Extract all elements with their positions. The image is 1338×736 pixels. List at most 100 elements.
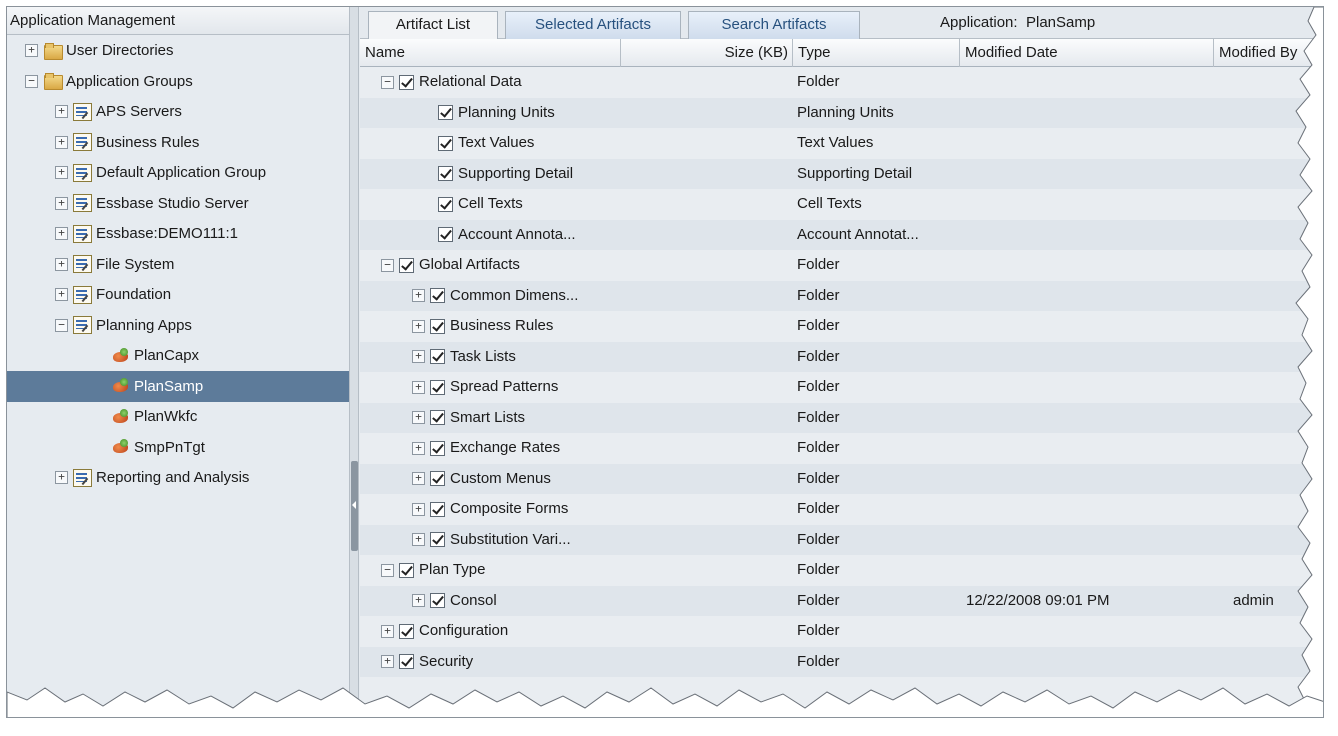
tree-item[interactable]: − Planning Apps xyxy=(7,310,349,341)
column-header-size[interactable]: Size (KB) xyxy=(621,39,793,67)
artifact-checkbox[interactable] xyxy=(399,623,414,639)
expand-icon[interactable]: + xyxy=(25,44,38,57)
table-row[interactable]: + Composite Forms Folder xyxy=(360,494,1323,525)
table-row[interactable]: + Task Lists Folder xyxy=(360,341,1323,372)
artifact-type: Folder xyxy=(797,378,840,395)
expand-icon[interactable]: + xyxy=(412,350,425,363)
expand-icon[interactable]: + xyxy=(55,135,68,149)
modified-by: admin xyxy=(1233,591,1274,609)
collapse-icon[interactable]: − xyxy=(55,318,68,332)
tab-artifact-list[interactable]: Artifact List xyxy=(368,11,498,39)
artifact-checkbox[interactable] xyxy=(430,593,445,608)
collapse-icon[interactable]: − xyxy=(381,258,394,272)
expand-icon[interactable]: + xyxy=(412,502,425,516)
tree-item[interactable]: PlanWkfc xyxy=(7,401,349,432)
artifact-checkbox[interactable] xyxy=(438,135,453,151)
column-header-name[interactable]: Name xyxy=(360,39,621,67)
tree-item[interactable]: + File System xyxy=(7,249,349,280)
artifact-checkbox[interactable] xyxy=(430,318,445,334)
table-row[interactable]: + Configuration Folder xyxy=(360,616,1323,647)
artifact-checkbox[interactable] xyxy=(438,196,453,212)
collapse-handle[interactable] xyxy=(351,461,358,551)
collapse-icon[interactable]: − xyxy=(381,563,394,577)
table-row[interactable]: + Custom Menus Folder xyxy=(360,463,1323,494)
name-cell: + Custom Menus xyxy=(412,464,551,494)
table-row[interactable]: + Security Folder xyxy=(360,646,1323,677)
artifact-checkbox[interactable] xyxy=(399,654,414,669)
table-row[interactable]: + Spread Patterns Folder xyxy=(360,372,1323,403)
tree-item[interactable]: PlanSamp xyxy=(7,370,349,402)
expand-icon[interactable]: + xyxy=(412,319,425,333)
artifact-name: Common Dimens... xyxy=(450,286,579,304)
tree-item[interactable]: SmpPnTgt xyxy=(7,432,349,463)
tree-item[interactable]: + Business Rules xyxy=(7,127,349,158)
artifact-checkbox[interactable] xyxy=(430,501,445,517)
artifact-checkbox[interactable] xyxy=(399,257,414,273)
expand-icon[interactable]: + xyxy=(412,472,425,485)
artifact-checkbox[interactable] xyxy=(430,349,445,364)
expand-icon[interactable]: + xyxy=(55,227,68,240)
artifact-checkbox[interactable] xyxy=(438,105,453,120)
tree-item[interactable]: + Reporting and Analysis xyxy=(7,462,349,493)
table-row[interactable]: Text Values Text Values xyxy=(360,128,1323,159)
expand-icon[interactable]: + xyxy=(412,289,425,302)
artifact-checkbox[interactable] xyxy=(438,227,453,242)
artifact-checkbox[interactable] xyxy=(399,74,414,90)
expand-icon[interactable]: + xyxy=(381,655,394,668)
table-row[interactable]: + Exchange Rates Folder xyxy=(360,433,1323,464)
column-header-modified-by[interactable]: Modified By xyxy=(1214,39,1323,67)
artifact-checkbox[interactable] xyxy=(430,288,445,303)
expand-icon[interactable]: + xyxy=(412,411,425,424)
tree-item[interactable]: + Foundation xyxy=(7,279,349,310)
expand-icon[interactable]: + xyxy=(412,533,425,546)
expand-icon[interactable]: + xyxy=(55,288,68,301)
artifact-checkbox[interactable] xyxy=(438,166,453,181)
tree-item[interactable]: + Default Application Group xyxy=(7,157,349,188)
collapse-icon[interactable]: − xyxy=(381,75,394,89)
expand-icon[interactable]: + xyxy=(55,196,68,210)
table-row[interactable]: + Business Rules Folder xyxy=(360,311,1323,342)
tree-item[interactable]: + APS Servers xyxy=(7,96,349,127)
name-cell: + Configuration xyxy=(381,616,508,646)
artifact-checkbox[interactable] xyxy=(430,471,445,486)
artifact-checkbox[interactable] xyxy=(430,440,445,456)
table-row[interactable]: Account Annota... Account Annotat... xyxy=(360,219,1323,250)
table-row[interactable]: − Plan Type Folder xyxy=(360,555,1323,586)
name-cell: + Consol xyxy=(412,586,497,616)
table-row[interactable]: Supporting Detail Supporting Detail xyxy=(360,158,1323,189)
table-row[interactable]: Planning Units Planning Units xyxy=(360,97,1323,128)
table-row[interactable]: + Common Dimens... Folder xyxy=(360,280,1323,311)
tree-item-label: PlanSamp xyxy=(134,377,204,395)
table-row[interactable]: Cell Texts Cell Texts xyxy=(360,189,1323,220)
tab-search-artifacts[interactable]: Search Artifacts xyxy=(688,11,860,39)
expand-icon[interactable]: + xyxy=(55,166,68,179)
expand-icon[interactable]: + xyxy=(412,594,425,607)
artifact-checkbox[interactable] xyxy=(399,562,414,578)
tree-item[interactable]: + User Directories xyxy=(7,35,349,66)
expand-icon[interactable]: + xyxy=(381,624,394,638)
expand-icon[interactable]: + xyxy=(412,380,425,394)
column-header-type[interactable]: Type xyxy=(793,39,960,67)
table-row[interactable]: − Relational Data Folder xyxy=(360,67,1323,98)
column-header-modified-date[interactable]: Modified Date xyxy=(960,39,1214,67)
name-cell: + Business Rules xyxy=(412,311,553,341)
tree-item[interactable]: − Application Groups xyxy=(7,66,349,97)
expand-icon[interactable]: + xyxy=(412,441,425,455)
collapse-icon[interactable]: − xyxy=(25,74,38,88)
expand-icon[interactable]: + xyxy=(55,105,68,118)
panel-splitter[interactable] xyxy=(350,7,359,717)
artifact-name: Planning Units xyxy=(458,103,555,121)
table-row[interactable]: + Consol Folder 12/22/2008 09:01 PM admin xyxy=(360,585,1323,616)
tab-selected-artifacts[interactable]: Selected Artifacts xyxy=(505,11,681,39)
tree-item[interactable]: + Essbase:DEMO111:1 xyxy=(7,218,349,249)
tree-item[interactable]: PlanCapx xyxy=(7,340,349,371)
expand-icon[interactable]: + xyxy=(55,257,68,271)
table-row[interactable]: + Substitution Vari... Folder xyxy=(360,524,1323,555)
expand-icon[interactable]: + xyxy=(55,471,68,484)
artifact-checkbox[interactable] xyxy=(430,379,445,395)
artifact-checkbox[interactable] xyxy=(430,532,445,547)
tree-item[interactable]: + Essbase Studio Server xyxy=(7,188,349,219)
table-row[interactable]: + Smart Lists Folder xyxy=(360,402,1323,433)
table-row[interactable]: − Global Artifacts Folder xyxy=(360,250,1323,281)
artifact-checkbox[interactable] xyxy=(430,410,445,425)
